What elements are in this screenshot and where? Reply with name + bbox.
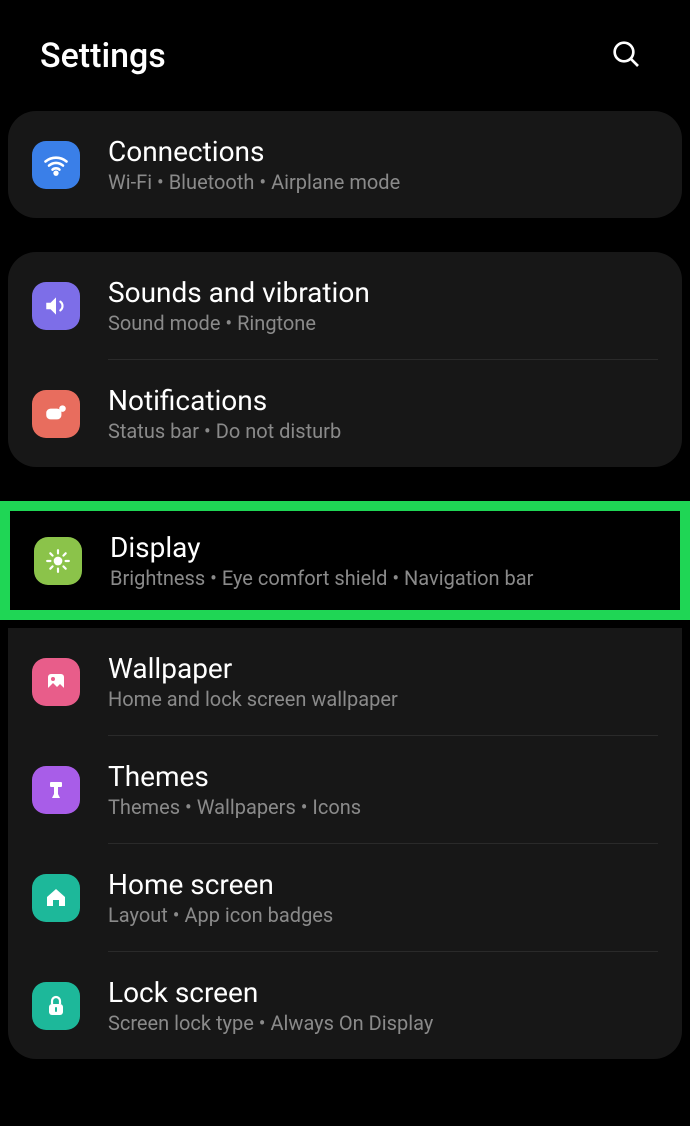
item-subtitle: Sound mode • Ringtone bbox=[108, 311, 658, 335]
search-icon bbox=[610, 38, 642, 70]
settings-group: Wallpaper Home and lock screen wallpaper… bbox=[8, 628, 682, 1059]
notifications-icon bbox=[32, 390, 80, 438]
item-subtitle: Home and lock screen wallpaper bbox=[108, 687, 658, 711]
item-title: Themes bbox=[108, 760, 658, 793]
settings-item-display[interactable]: Display Brightness • Eye comfort shield … bbox=[10, 511, 680, 610]
item-subtitle: Themes • Wallpapers • Icons bbox=[108, 795, 658, 819]
highlight-border: Display Brightness • Eye comfort shield … bbox=[0, 501, 690, 620]
item-text: Wallpaper Home and lock screen wallpaper bbox=[108, 652, 658, 711]
item-title: Connections bbox=[108, 135, 658, 168]
item-subtitle: Status bar • Do not disturb bbox=[108, 419, 658, 443]
item-text: Sounds and vibration Sound mode • Ringto… bbox=[108, 276, 658, 335]
settings-item-connections[interactable]: Connections Wi-Fi • Bluetooth • Airplane… bbox=[8, 111, 682, 218]
settings-item-sounds[interactable]: Sounds and vibration Sound mode • Ringto… bbox=[8, 252, 682, 359]
brightness-icon bbox=[34, 537, 82, 585]
item-subtitle: Wi-Fi • Bluetooth • Airplane mode bbox=[108, 170, 658, 194]
settings-group: Connections Wi-Fi • Bluetooth • Airplane… bbox=[8, 111, 682, 218]
item-text: Display Brightness • Eye comfort shield … bbox=[110, 531, 656, 590]
item-title: Sounds and vibration bbox=[108, 276, 658, 309]
lock-icon bbox=[32, 982, 80, 1030]
wifi-icon bbox=[32, 141, 80, 189]
item-text: Notifications Status bar • Do not distur… bbox=[108, 384, 658, 443]
item-title: Display bbox=[110, 531, 656, 564]
item-title: Notifications bbox=[108, 384, 658, 417]
settings-item-wallpaper[interactable]: Wallpaper Home and lock screen wallpaper bbox=[8, 628, 682, 735]
settings-item-lockscreen[interactable]: Lock screen Screen lock type • Always On… bbox=[8, 952, 682, 1059]
sound-icon bbox=[32, 282, 80, 330]
home-icon bbox=[32, 874, 80, 922]
settings-item-homescreen[interactable]: Home screen Layout • App icon badges bbox=[8, 844, 682, 951]
item-text: Connections Wi-Fi • Bluetooth • Airplane… bbox=[108, 135, 658, 194]
item-title: Home screen bbox=[108, 868, 658, 901]
item-title: Wallpaper bbox=[108, 652, 658, 685]
settings-group: Sounds and vibration Sound mode • Ringto… bbox=[8, 252, 682, 467]
wallpaper-icon bbox=[32, 658, 80, 706]
item-title: Lock screen bbox=[108, 976, 658, 1009]
highlighted-section: Display Brightness • Eye comfort shield … bbox=[0, 501, 690, 620]
header: Settings bbox=[0, 0, 690, 111]
settings-item-themes[interactable]: Themes Themes • Wallpapers • Icons bbox=[8, 736, 682, 843]
item-text: Lock screen Screen lock type • Always On… bbox=[108, 976, 658, 1035]
item-subtitle: Layout • App icon badges bbox=[108, 903, 658, 927]
item-subtitle: Brightness • Eye comfort shield • Naviga… bbox=[110, 566, 656, 590]
search-button[interactable] bbox=[602, 30, 650, 81]
settings-item-notifications[interactable]: Notifications Status bar • Do not distur… bbox=[8, 360, 682, 467]
page-title: Settings bbox=[40, 36, 166, 76]
item-text: Themes Themes • Wallpapers • Icons bbox=[108, 760, 658, 819]
item-subtitle: Screen lock type • Always On Display bbox=[108, 1011, 658, 1035]
item-text: Home screen Layout • App icon badges bbox=[108, 868, 658, 927]
themes-icon bbox=[32, 766, 80, 814]
